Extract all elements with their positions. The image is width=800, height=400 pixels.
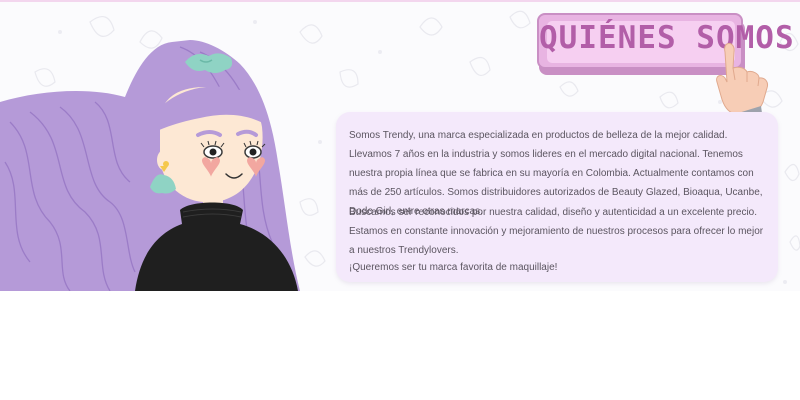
about-paragraph-3: ¡Queremos ser tu marca favorita de maqui…	[349, 262, 558, 273]
about-paragraph-2: Buscamos ser reconocidos por nuestra cal…	[349, 207, 764, 256]
about-text-card: Somos Trendy, una marca especializada en…	[336, 112, 778, 282]
about-section: QUIÉNES SOMOS Somos Trendy, una marca es…	[0, 2, 800, 291]
girl-illustration-icon	[0, 40, 300, 291]
about-page: QUIÉNES SOMOS Somos Trendy, una marca es…	[0, 0, 800, 400]
pointing-hand-icon	[716, 43, 768, 120]
